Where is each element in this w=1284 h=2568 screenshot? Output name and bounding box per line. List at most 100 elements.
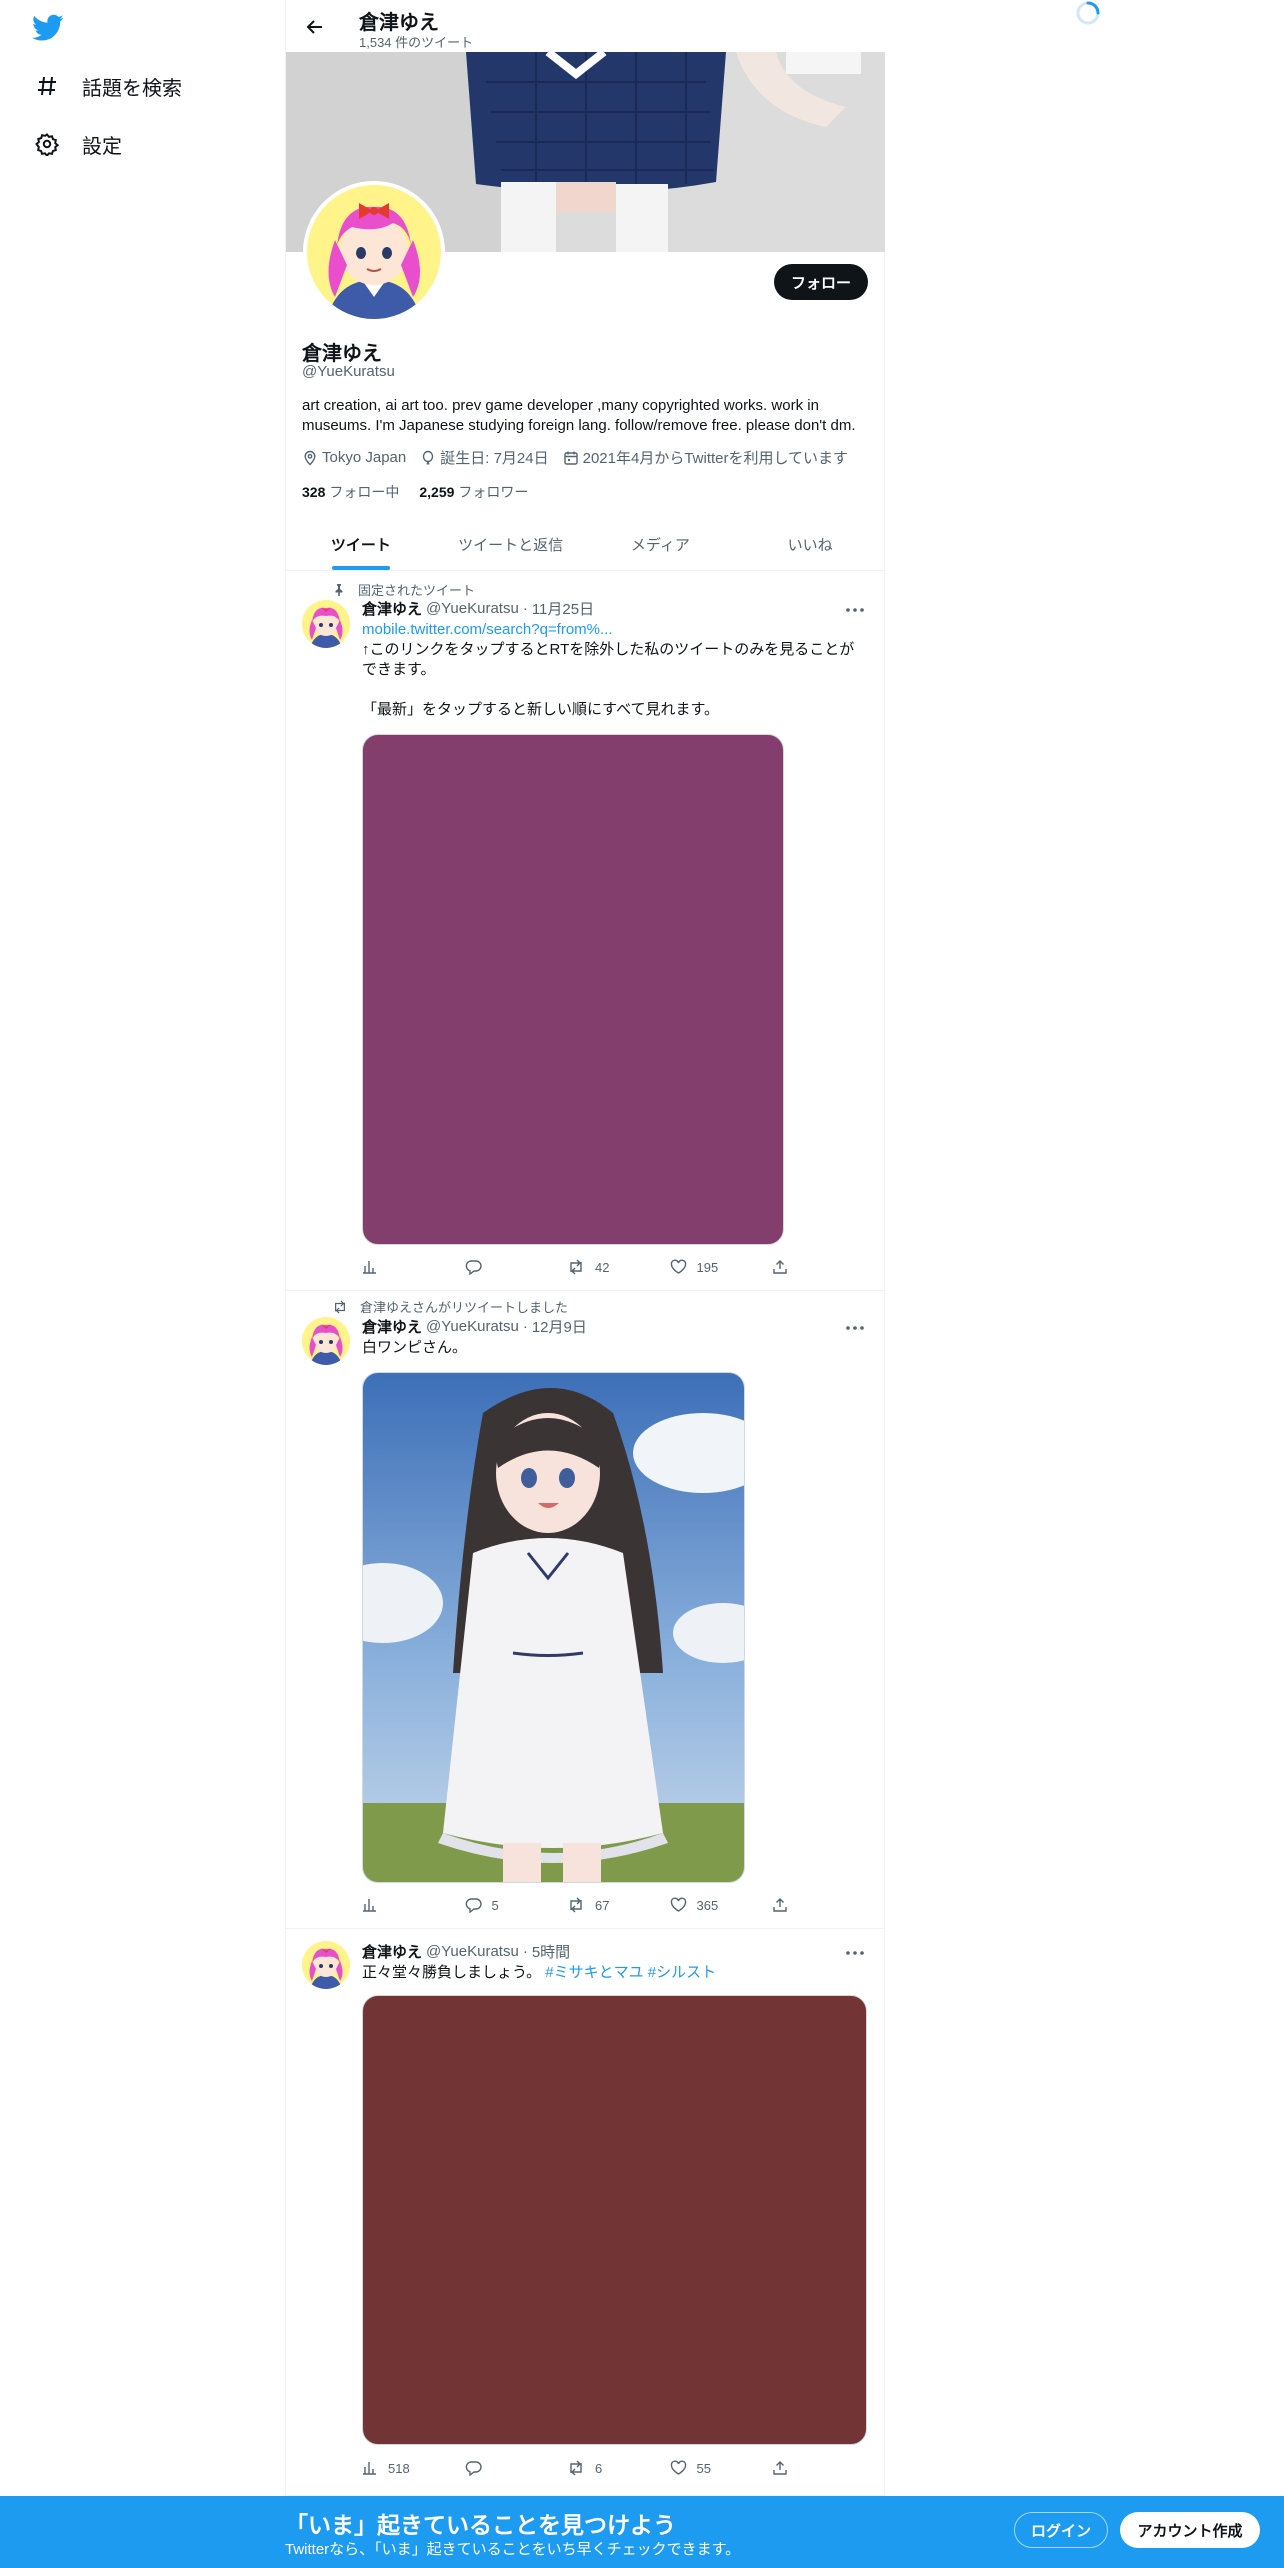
- tweet-actions: 42 195: [362, 1257, 792, 1277]
- profile-handle: @YueKuratsu: [302, 363, 395, 380]
- follow-button[interactable]: フォロー: [774, 264, 868, 300]
- tweet-avatar[interactable]: [302, 1941, 350, 1989]
- reply-icon: [465, 1898, 482, 1913]
- tweet-avatar[interactable]: [302, 600, 350, 648]
- tweet-text: 正々堂々勝負しましょう。 #ミサキとマユ #シルスト: [362, 1964, 717, 1981]
- profile-header-bar: 倉津ゆえ 1,534 件のツイート: [286, 0, 885, 52]
- signup-banner: 「いま」起きていることを見つけよう Twitterなら、「いま」起きていることを…: [0, 2496, 1284, 2568]
- profile-bio: art creation, ai art too. prev game deve…: [302, 397, 856, 434]
- more-icon[interactable]: [843, 1943, 867, 1963]
- tweet-text: 白ワンピさん。: [362, 1339, 468, 1356]
- twitter-logo-icon[interactable]: [32, 14, 64, 42]
- profile-avatar[interactable]: [303, 181, 445, 323]
- nav-item-label: 話題を検索: [82, 77, 182, 100]
- tweet-author-name[interactable]: 倉津ゆえ: [362, 598, 422, 619]
- views-button[interactable]: [362, 1259, 412, 1275]
- retweeted-label: 倉津ゆえさんがリツイートしました: [332, 1297, 568, 1316]
- tweet-text: 「最新」をタップすると新しい順にすべて見れます。: [362, 701, 720, 718]
- tweet[interactable]: 固定されたツイート 倉津ゆえ @YueKuratsu · 11月25日 mobi…: [286, 572, 885, 1291]
- tweet-author-name[interactable]: 倉津ゆえ: [362, 1316, 422, 1337]
- tweet[interactable]: 倉津ゆえさんがリツイートしました 倉津ゆえ @YueKuratsu · 12月9…: [286, 1291, 885, 1929]
- tweet-time[interactable]: 5時間: [532, 1941, 570, 1962]
- like-button[interactable]: 195: [670, 1259, 720, 1275]
- tab-tweets-and-replies[interactable]: ツイートと返信: [436, 518, 586, 570]
- tweet-time[interactable]: 12月9日: [532, 1316, 587, 1337]
- tweet-time[interactable]: 11月25日: [532, 598, 594, 619]
- balloon-icon: [423, 450, 434, 465]
- banner-subtitle: Twitterなら、「いま」起きていることをいち早くチェックできます。: [285, 2541, 741, 2558]
- following-link[interactable]: 328 フォロー中: [302, 482, 399, 502]
- tweet-author-handle[interactable]: @YueKuratsu: [426, 600, 519, 617]
- share-icon: [773, 1898, 787, 1912]
- like-button[interactable]: 365: [670, 1897, 720, 1913]
- share-icon: [773, 1260, 787, 1274]
- header-title: 倉津ゆえ: [359, 12, 439, 34]
- tab-media[interactable]: メディア: [586, 518, 736, 570]
- gear-icon: [34, 131, 60, 157]
- main-column: 倉津ゆえ 1,534 件のツイート フォロー 倉津ゆえ @YueKuratsu …: [285, 0, 885, 2568]
- share-button[interactable]: [772, 1259, 792, 1275]
- followers-link[interactable]: 2,259 フォロワー: [419, 482, 528, 502]
- nav-item-settings[interactable]: 設定: [34, 124, 122, 164]
- hashtag-icon: [34, 73, 60, 99]
- reply-button[interactable]: [465, 2460, 515, 2476]
- profile-stats: 328 フォロー中 2,259 フォロワー: [302, 482, 548, 502]
- nav-item-explore[interactable]: 話題を検索: [34, 66, 182, 106]
- location-pin-icon: [304, 450, 316, 465]
- tweet-link[interactable]: mobile.twitter.com/search?q=from%...: [362, 620, 862, 640]
- pinned-label: 固定されたツイート: [332, 580, 475, 599]
- reply-button[interactable]: 5: [465, 1897, 515, 1913]
- heart-icon: [670, 1259, 686, 1274]
- header-tweet-count: 1,534 件のツイート: [359, 35, 474, 50]
- tweet-avatar[interactable]: [302, 1317, 350, 1365]
- tweet[interactable]: 倉津ゆえ @YueKuratsu · 5時間 正々堂々勝負しましょう。 #ミサキ…: [286, 1929, 885, 2496]
- views-button[interactable]: [362, 1897, 412, 1913]
- views-button[interactable]: 518: [362, 2460, 412, 2476]
- tweet-media[interactable]: [362, 734, 784, 1245]
- heart-icon: [670, 1897, 686, 1912]
- signup-button[interactable]: アカウント作成: [1120, 2512, 1260, 2548]
- more-icon[interactable]: [843, 1318, 867, 1338]
- profile-meta: Tokyo Japan 誕生日: 7月24日 2021年4月からTwitterを…: [302, 447, 862, 468]
- tweet-media[interactable]: [362, 1372, 745, 1883]
- banner-title: 「いま」起きていることを見つけよう: [285, 2512, 676, 2538]
- reply-icon: [465, 2461, 482, 2476]
- tweet-author-handle[interactable]: @YueKuratsu: [426, 1318, 519, 1335]
- loading-spinner-icon: [1075, 0, 1101, 26]
- more-icon[interactable]: [843, 600, 867, 620]
- retweet-icon: [570, 1259, 582, 1275]
- tweet-author-handle[interactable]: @YueKuratsu: [426, 1943, 519, 1960]
- tab-tweets[interactable]: ツイート: [286, 518, 436, 570]
- tweet-header: 倉津ゆえ @YueKuratsu · 5時間: [362, 1941, 571, 1962]
- hashtag-link[interactable]: #ミサキとマユ #シルスト: [545, 1964, 716, 1981]
- share-button[interactable]: [772, 2460, 792, 2476]
- tweet-actions: 518 6 55: [362, 2458, 792, 2478]
- share-button[interactable]: [772, 1897, 792, 1913]
- profile-name: 倉津ゆえ: [302, 343, 382, 365]
- views-icon: [363, 1899, 376, 1912]
- arrow-left-icon: [306, 20, 322, 34]
- profile-joined: 2021年4月からTwitterを利用しています: [563, 447, 848, 468]
- retweet-icon: [570, 2460, 582, 2476]
- tweet-media[interactable]: [362, 1995, 867, 2445]
- like-button[interactable]: 55: [670, 2460, 720, 2476]
- tweet-text: ↑このリンクをタップするとRTを除外した私のツイートのみを見ることができます。: [362, 641, 855, 678]
- tab-likes[interactable]: いいね: [735, 518, 885, 570]
- heart-icon: [670, 2460, 686, 2475]
- tweet-author-name[interactable]: 倉津ゆえ: [362, 1941, 422, 1962]
- reply-button[interactable]: [465, 1259, 515, 1275]
- profile-birthday: 誕生日: 7月24日: [420, 447, 549, 468]
- back-button[interactable]: [300, 12, 330, 42]
- login-button[interactable]: ログイン: [1014, 2512, 1108, 2548]
- retweet-button[interactable]: 67: [567, 1897, 617, 1913]
- profile-tabs: ツイート ツイートと返信 メディア いいね: [286, 518, 885, 571]
- retweet-button[interactable]: 42: [567, 1259, 617, 1275]
- reply-icon: [465, 1260, 482, 1275]
- profile-location: Tokyo Japan: [302, 449, 406, 466]
- tweet-header: 倉津ゆえ @YueKuratsu · 11月25日: [362, 598, 595, 619]
- retweet-button[interactable]: 6: [567, 2460, 617, 2476]
- views-icon: [363, 1261, 376, 1274]
- left-nav: 話題を検索 設定: [0, 0, 285, 2568]
- tweet-header: 倉津ゆえ @YueKuratsu · 12月9日: [362, 1316, 587, 1337]
- retweet-icon: [570, 1897, 582, 1913]
